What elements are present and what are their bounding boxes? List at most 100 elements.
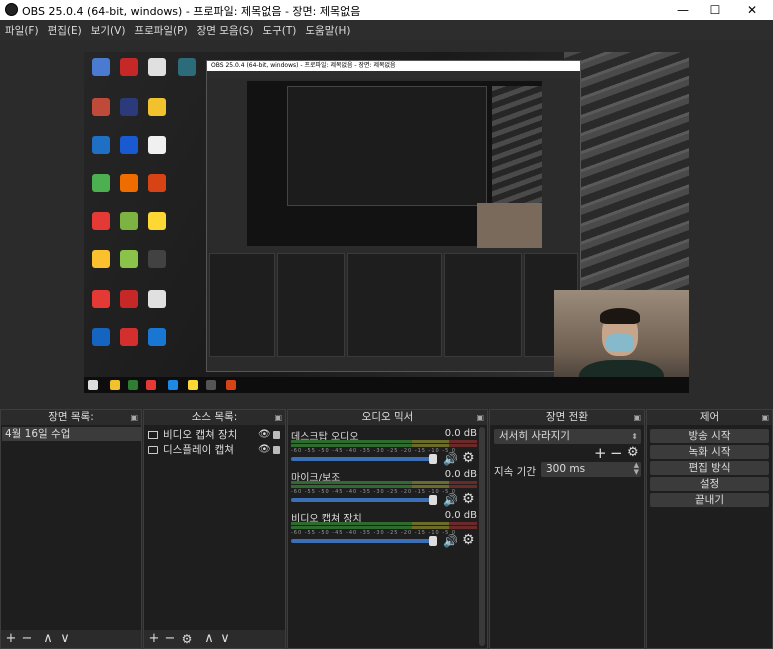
gear-icon[interactable]: ⚙: [462, 450, 475, 466]
volume-meter: [291, 444, 477, 447]
obs-logo-icon: [5, 3, 18, 16]
menu-scene-collection[interactable]: 장면 모음(S): [192, 20, 258, 38]
menu-bar: 파일(F) 편집(E) 보기(V) 프로파일(P) 장면 모음(S) 도구(T) 도움말(H…: [0, 20, 773, 40]
gear-icon[interactable]: ⚙: [462, 532, 475, 548]
duration-input[interactable]: 300 ms ▲ ▼: [541, 462, 641, 477]
app-icon: [92, 174, 110, 192]
close-button[interactable]: ✕: [734, 0, 770, 20]
app-icon: [92, 98, 110, 116]
volume-meter: [291, 526, 477, 529]
nested-dock: [209, 253, 275, 357]
transition-selected: 서서히 사라지기: [499, 430, 570, 442]
volume-slider-handle[interactable]: [429, 454, 437, 464]
audio-channel: 마이크/보조 0.0 dB -60 -55 -50 -45 -40 -35 -3…: [291, 469, 477, 509]
add-transition-button[interactable]: +: [594, 444, 607, 462]
controls-title: 제어: [699, 411, 720, 423]
volume-meter: [291, 485, 477, 488]
dock-float-icon[interactable]: ▣: [476, 410, 484, 425]
volume-slider[interactable]: [291, 539, 435, 543]
nested-dock: [444, 253, 522, 357]
exit-button[interactable]: 끝내기: [650, 493, 769, 507]
menu-help[interactable]: 도움말(H): [300, 20, 354, 38]
title-bar: OBS 25.0.4 (64-bit, windows) - 프로파일: 제목없…: [0, 0, 773, 20]
speaker-icon[interactable]: 🔊: [443, 493, 458, 507]
captured-desktop: OBS 25.0.4 (64-bit, windows) - 프로파일: 제목없…: [84, 52, 689, 393]
app-icon: [128, 380, 138, 390]
obs-icon: [206, 380, 216, 390]
dock-float-icon[interactable]: ▣: [761, 410, 769, 425]
menu-file[interactable]: 파일(F): [0, 20, 43, 38]
remove-source-button[interactable]: −: [162, 630, 178, 648]
settings-button[interactable]: 설정: [650, 477, 769, 491]
move-source-down-button[interactable]: ∨: [217, 630, 233, 648]
source-properties-gear-icon[interactable]: ⚙: [179, 630, 195, 648]
channel-db: 0.0 dB: [444, 428, 477, 439]
source-item[interactable]: 비디오 캡쳐 장치 👁: [145, 428, 286, 442]
acrobat-icon: [120, 58, 138, 76]
volume-meter: [291, 481, 477, 484]
desktop-icons: [86, 54, 206, 374]
minimize-button[interactable]: —: [665, 0, 701, 20]
app-icon: [92, 136, 110, 154]
edge-icon: [168, 380, 178, 390]
preview-area[interactable]: OBS 25.0.4 (64-bit, windows) - 프로파일: 제목없…: [0, 40, 773, 408]
captured-taskbar: [84, 377, 689, 393]
source-item[interactable]: 디스플레이 캡쳐 👁: [145, 443, 286, 457]
preview-canvas[interactable]: OBS 25.0.4 (64-bit, windows) - 프로파일: 제목없…: [84, 52, 689, 393]
maximize-button[interactable]: ☐: [697, 0, 733, 20]
channel-db: 0.0 dB: [444, 510, 477, 521]
remove-scene-button[interactable]: −: [19, 630, 35, 648]
move-scene-up-button[interactable]: ∧: [40, 630, 56, 648]
add-scene-button[interactable]: +: [3, 630, 19, 648]
transition-gear-icon[interactable]: ⚙: [627, 445, 639, 460]
recycle-bin-icon: [92, 58, 110, 76]
menu-view[interactable]: 보기(V): [86, 20, 130, 38]
speaker-icon[interactable]: 🔊: [443, 534, 458, 548]
mixer-header: 오디오 믹서 ▣: [288, 410, 487, 425]
transition-select[interactable]: 서서히 사라지기 ⬍: [494, 429, 641, 444]
menu-tools[interactable]: 도구(T): [257, 20, 300, 38]
chrome-icon: [92, 290, 110, 308]
nested-obs-window: OBS 25.0.4 (64-bit, windows) - 프로파일: 제목없…: [206, 60, 581, 372]
dock-float-icon[interactable]: ▣: [130, 410, 138, 425]
nested-webcam: [477, 203, 542, 248]
visibility-eye-icon[interactable]: 👁: [258, 443, 271, 457]
gear-icon[interactable]: ⚙: [462, 491, 475, 507]
volume-slider-handle[interactable]: [429, 536, 437, 546]
visibility-eye-icon[interactable]: 👁: [258, 428, 271, 442]
remove-transition-button[interactable]: −: [610, 444, 623, 462]
kakaotalk-icon: [92, 250, 110, 268]
transitions-title: 장면 전환: [546, 411, 588, 423]
menu-profile[interactable]: 프로파일(P): [129, 20, 191, 38]
sources-footer: + − ⚙ ∧ ∨: [144, 630, 285, 648]
lock-icon[interactable]: [273, 431, 280, 439]
studio-mode-button[interactable]: 편집 방식: [650, 461, 769, 475]
start-recording-button[interactable]: 녹화 시작: [650, 445, 769, 459]
windows-start-icon: [88, 380, 98, 390]
spinner-icon[interactable]: ▲ ▼: [634, 462, 639, 476]
app-icon: [120, 212, 138, 230]
chrome-icon: [146, 380, 156, 390]
duration-label: 지속 기간: [494, 466, 536, 478]
scenes-dock: 장면 목록: ▣ 4월 16일 수업 + − ∧ ∨: [0, 409, 142, 649]
transitions-dock: 장면 전환 ▣ 서서히 사라지기 ⬍ + − ⚙ 지속 기간 300 ms ▲ ▼: [489, 409, 645, 649]
obs-studio-icon: [148, 290, 166, 308]
nested-menu: [207, 71, 580, 79]
volume-slider-handle[interactable]: [429, 495, 437, 505]
add-source-button[interactable]: +: [146, 630, 162, 648]
speaker-icon[interactable]: 🔊: [443, 452, 458, 466]
menu-edit[interactable]: 편집(E): [43, 20, 86, 38]
ridi-icon: [120, 136, 138, 154]
dock-float-icon[interactable]: ▣: [633, 410, 641, 425]
star-app-icon: [148, 136, 166, 154]
move-source-up-button[interactable]: ∧: [201, 630, 217, 648]
dock-float-icon[interactable]: ▣: [274, 410, 282, 425]
lock-icon[interactable]: [273, 446, 280, 454]
volume-slider[interactable]: [291, 457, 435, 461]
scenes-footer: + − ∧ ∨: [1, 630, 141, 648]
start-streaming-button[interactable]: 방송 시작: [650, 429, 769, 443]
mixer-scrollbar[interactable]: [479, 427, 485, 646]
scene-item[interactable]: 4월 16일 수업: [2, 427, 141, 441]
move-scene-down-button[interactable]: ∨: [57, 630, 73, 648]
volume-slider[interactable]: [291, 498, 435, 502]
